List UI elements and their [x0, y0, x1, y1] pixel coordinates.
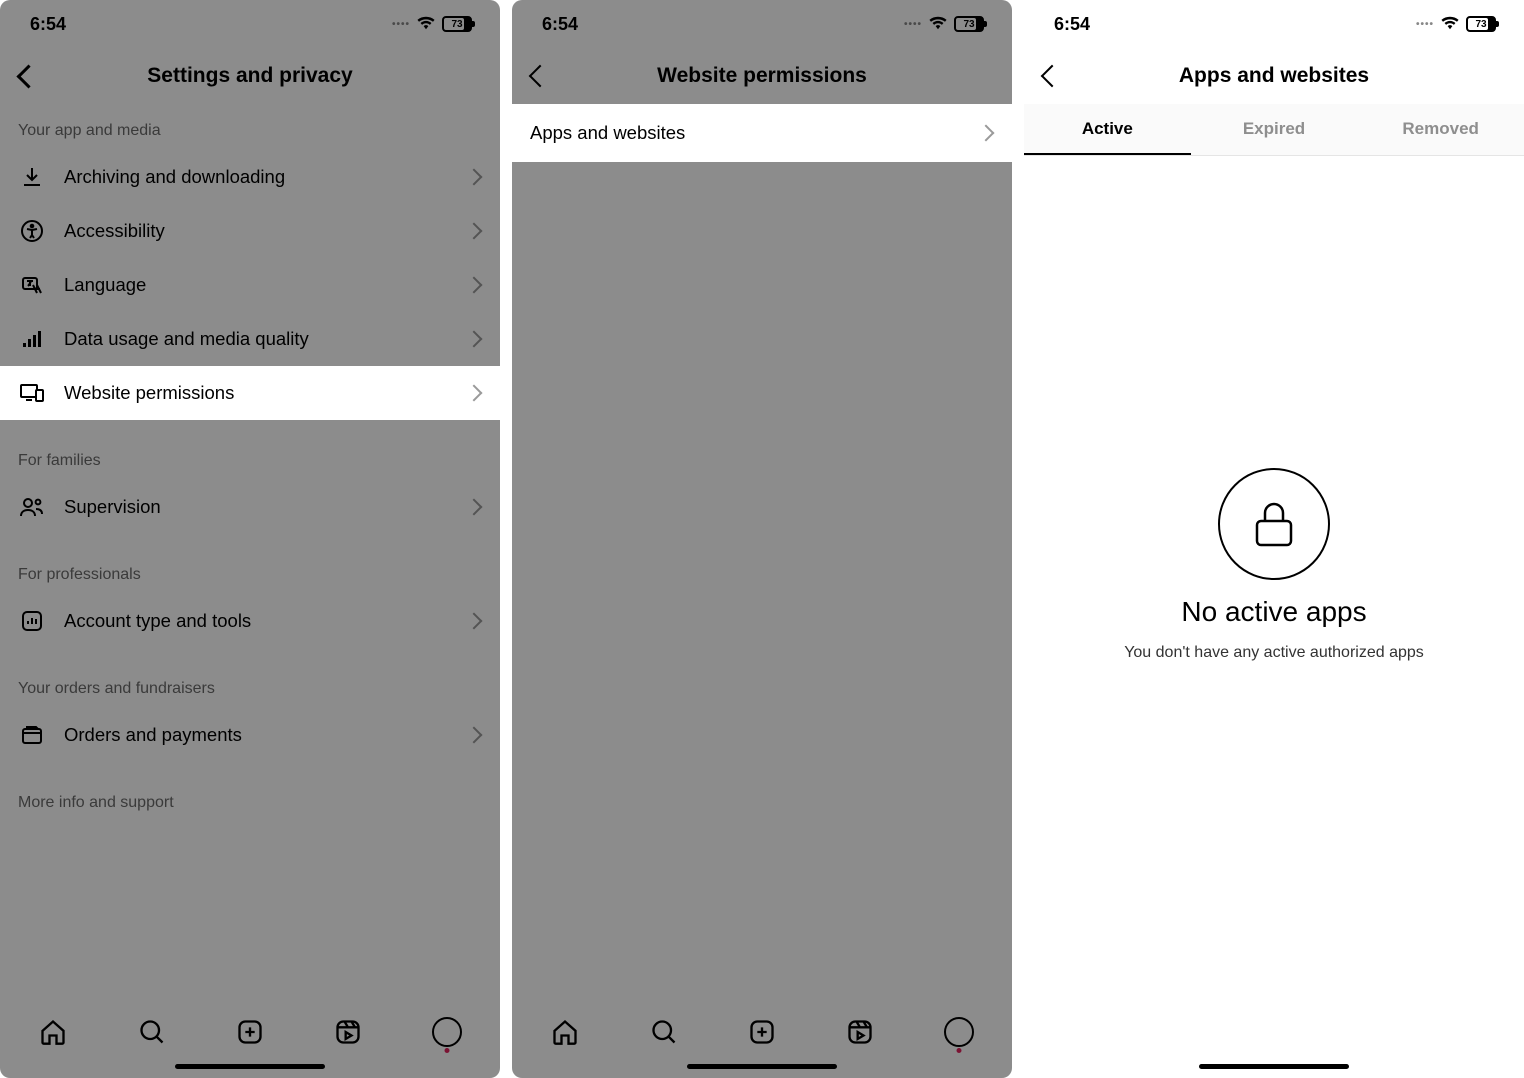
page-header: Website permissions — [512, 48, 1012, 104]
panel-website-permissions: 6:54 •••• 73 Website permissions Apps an… — [512, 0, 1012, 1078]
bottom-nav — [0, 1000, 500, 1064]
nav-reels[interactable] — [840, 1012, 880, 1052]
section-your-app-media: Your app and media — [0, 104, 500, 150]
status-time: 6:54 — [30, 14, 66, 35]
row-label: Data usage and media quality — [64, 328, 450, 350]
empty-subtitle: You don't have any active authorized app… — [1124, 644, 1424, 662]
nav-profile[interactable] — [427, 1012, 467, 1052]
row-data-usage[interactable]: Data usage and media quality — [0, 312, 500, 366]
chevron-right-icon — [466, 169, 483, 186]
nav-search[interactable] — [132, 1012, 172, 1052]
status-bar: 6:54 •••• 73 — [0, 0, 500, 48]
avatar-icon — [432, 1017, 462, 1047]
page-title: Settings and privacy — [0, 64, 500, 88]
section-for-professionals: For professionals — [0, 548, 500, 594]
row-label: Supervision — [64, 496, 450, 518]
panel-settings-privacy: 6:54 •••• 73 Settings and privacy Your a… — [0, 0, 500, 1078]
tab-expired[interactable]: Expired — [1191, 104, 1358, 155]
empty-state: No active apps You don't have any active… — [1024, 156, 1524, 1064]
section-more-info-support: More info and support — [0, 776, 500, 822]
chart-icon — [18, 609, 46, 633]
row-label: Language — [64, 274, 450, 296]
cellular-dots-icon: •••• — [392, 19, 410, 30]
row-label: Apps and websites — [530, 122, 962, 144]
chevron-right-icon — [978, 125, 995, 142]
row-orders-payments[interactable]: Orders and payments — [0, 708, 500, 762]
lock-icon — [1218, 468, 1330, 580]
home-indicator[interactable] — [0, 1064, 500, 1078]
battery-icon: 73 — [442, 16, 472, 32]
battery-icon: 73 — [1466, 16, 1496, 32]
status-time: 6:54 — [1054, 14, 1090, 35]
accessibility-icon — [18, 219, 46, 243]
row-label: Archiving and downloading — [64, 166, 450, 188]
cellular-bars-icon — [18, 327, 46, 351]
row-archiving-downloading[interactable]: Archiving and downloading — [0, 150, 500, 204]
back-button[interactable] — [1028, 52, 1076, 100]
section-orders-fundraisers: Your orders and fundraisers — [0, 662, 500, 708]
page-title: Apps and websites — [1024, 64, 1524, 88]
page-title: Website permissions — [512, 64, 1012, 88]
row-language[interactable]: Language — [0, 258, 500, 312]
row-label: Account type and tools — [64, 610, 450, 632]
chevron-right-icon — [466, 223, 483, 240]
nav-home[interactable] — [545, 1012, 585, 1052]
cellular-dots-icon: •••• — [904, 19, 922, 30]
status-bar: 6:54 •••• 73 — [512, 0, 1012, 48]
nav-create[interactable] — [742, 1012, 782, 1052]
status-time: 6:54 — [542, 14, 578, 35]
empty-title: No active apps — [1181, 596, 1366, 628]
row-account-type-tools[interactable]: Account type and tools — [0, 594, 500, 648]
wallet-icon — [18, 723, 46, 747]
nav-search[interactable] — [644, 1012, 684, 1052]
page-header: Apps and websites — [1024, 48, 1524, 104]
wifi-icon — [1440, 14, 1460, 35]
tabs: Active Expired Removed — [1024, 104, 1524, 156]
tab-active[interactable]: Active — [1024, 104, 1191, 155]
row-supervision[interactable]: Supervision — [0, 480, 500, 534]
chevron-right-icon — [466, 499, 483, 516]
home-indicator[interactable] — [512, 1064, 1012, 1078]
page-header: Settings and privacy — [0, 48, 500, 104]
chevron-right-icon — [466, 613, 483, 630]
section-for-families: For families — [0, 434, 500, 480]
row-label: Accessibility — [64, 220, 450, 242]
row-website-permissions[interactable]: Website permissions — [0, 366, 500, 420]
bottom-nav — [512, 1000, 1012, 1064]
nav-profile[interactable] — [939, 1012, 979, 1052]
chevron-right-icon — [466, 727, 483, 744]
devices-icon — [18, 381, 46, 405]
tab-removed[interactable]: Removed — [1357, 104, 1524, 155]
battery-icon: 73 — [954, 16, 984, 32]
cellular-dots-icon: •••• — [1416, 19, 1434, 30]
home-indicator[interactable] — [1024, 1064, 1524, 1078]
people-icon — [18, 495, 46, 519]
nav-create[interactable] — [230, 1012, 270, 1052]
row-apps-and-websites[interactable]: Apps and websites — [512, 104, 1012, 162]
nav-home[interactable] — [33, 1012, 73, 1052]
row-label: Website permissions — [64, 382, 450, 404]
wifi-icon — [416, 14, 436, 35]
row-label: Orders and payments — [64, 724, 450, 746]
avatar-icon — [944, 1017, 974, 1047]
chevron-right-icon — [466, 331, 483, 348]
chevron-right-icon — [466, 277, 483, 294]
back-button[interactable] — [4, 52, 52, 100]
wifi-icon — [928, 14, 948, 35]
row-accessibility[interactable]: Accessibility — [0, 204, 500, 258]
panel-apps-and-websites: 6:54 •••• 73 Apps and websites Active Ex… — [1024, 0, 1524, 1078]
back-button[interactable] — [516, 52, 564, 100]
download-icon — [18, 165, 46, 189]
language-icon — [18, 273, 46, 297]
status-bar: 6:54 •••• 73 — [1024, 0, 1524, 48]
nav-reels[interactable] — [328, 1012, 368, 1052]
chevron-right-icon — [466, 385, 483, 402]
